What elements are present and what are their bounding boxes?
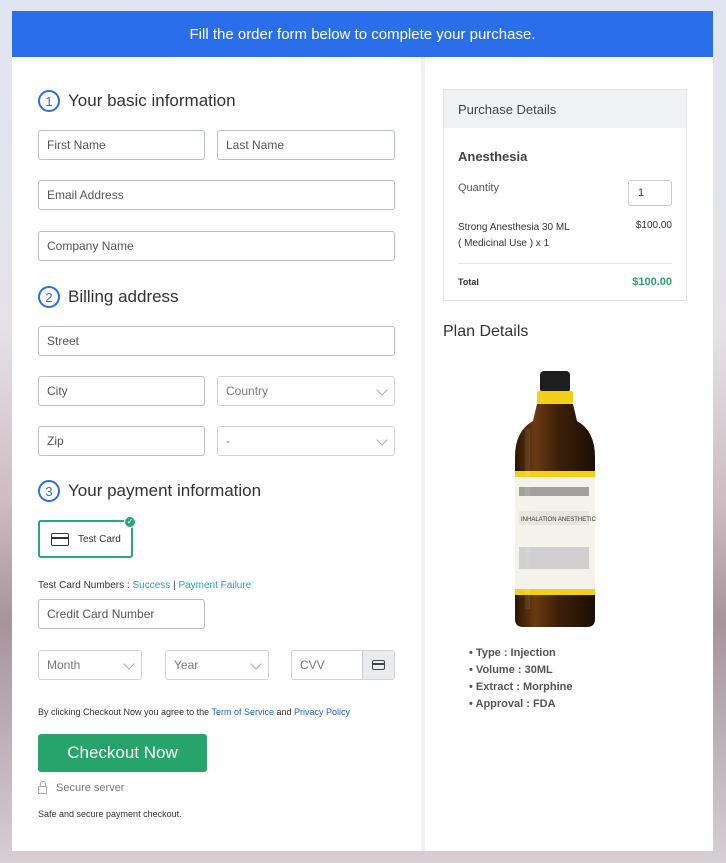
secure-server-note: Secure server — [38, 780, 125, 794]
selected-value: - — [226, 434, 230, 448]
secure-label: Secure server — [56, 782, 125, 794]
plan-item: Approval : FDA — [469, 698, 573, 715]
placeholder: Zip — [47, 434, 64, 448]
placeholder: City — [47, 384, 68, 398]
cvv-card-icon — [362, 651, 394, 679]
success-link[interactable]: Success — [132, 580, 170, 591]
test-card-option[interactable]: Test Card ✓ — [38, 516, 136, 558]
payment-heading: 3 Your payment information — [38, 480, 261, 502]
product-name: Anesthesia — [458, 149, 528, 164]
bottle-label-text: INHALATION ANESTHETIC — [521, 517, 597, 523]
plan-item: Extract : Morphine — [469, 681, 573, 698]
cvv-input[interactable]: CVV — [291, 650, 395, 680]
email-input[interactable]: Email Address — [38, 180, 395, 210]
placeholder: First Name — [47, 138, 106, 152]
section-title: Your payment information — [68, 481, 262, 500]
product-bottle-image: INHALATION ANESTHETIC — [515, 371, 597, 627]
selected-value: Country — [226, 384, 269, 398]
section-title: Your basic information — [68, 91, 236, 110]
chevron-down-icon — [250, 658, 262, 670]
check-icon: ✓ — [124, 516, 136, 528]
zip-input[interactable]: Zip — [38, 426, 205, 456]
first-name-input[interactable]: First Name — [38, 130, 205, 160]
plan-details-title: Plan Details — [443, 323, 529, 340]
item-line-2: ( Medicinal Use ) x 1 — [458, 238, 550, 249]
company-input[interactable]: Company Name — [38, 231, 395, 261]
checkout-button[interactable]: Checkout Now — [38, 734, 207, 772]
plan-item: Type : Injection — [469, 647, 573, 664]
purchase-details-box: Purchase Details Anesthesia Quantity 1 S… — [443, 89, 687, 301]
banner-text: Fill the order form below to complete yo… — [189, 25, 536, 43]
selected-value: Year — [174, 658, 199, 672]
chevron-down-icon — [376, 384, 388, 396]
placeholder: Street — [47, 334, 80, 348]
total-label: Total — [458, 277, 479, 287]
step-1-badge: 1 — [38, 90, 60, 112]
test-card-numbers: Test Card Numbers : Success | Payment Fa… — [38, 580, 251, 591]
placeholder: Credit Card Number — [47, 607, 155, 621]
divider — [458, 263, 672, 264]
last-name-input[interactable]: Last Name — [217, 130, 395, 160]
placeholder: Last Name — [226, 138, 285, 152]
chevron-down-icon — [123, 658, 135, 670]
payment-failure-link[interactable]: Payment Failure — [178, 580, 251, 591]
total-value: $100.00 — [632, 276, 672, 288]
item-price: $100.00 — [635, 220, 672, 231]
country-select[interactable]: Country — [217, 376, 395, 406]
order-form: 1 Your basic information First Name Last… — [12, 57, 421, 851]
billing-heading: 2 Billing address — [38, 286, 179, 308]
test-numbers-label: Test Card Numbers : — [38, 580, 133, 591]
terms-link[interactable]: Term of Service — [211, 707, 274, 717]
step-2-badge: 2 — [38, 286, 60, 308]
section-title: Billing address — [68, 287, 179, 306]
item-description: Strong Anesthesia 30 ML ( Medicinal Use … — [458, 220, 608, 252]
agreement-prefix: By clicking Checkout Now you agree to th… — [38, 707, 212, 717]
step-3-badge: 3 — [38, 480, 60, 502]
agreement-text: By clicking Checkout Now you agree to th… — [38, 707, 350, 717]
agreement-and: and — [273, 707, 294, 717]
item-line-1: Strong Anesthesia 30 ML — [458, 222, 570, 233]
quantity-label: Quantity — [458, 182, 499, 194]
purchase-heading: Purchase Details — [444, 90, 686, 128]
safe-checkout-note: Safe and secure payment checkout. — [38, 809, 182, 819]
chevron-down-icon — [376, 434, 388, 446]
summary-panel: Purchase Details Anesthesia Quantity 1 S… — [425, 57, 713, 851]
order-form-card: 1 Your basic information First Name Last… — [12, 57, 713, 851]
card-icon — [51, 532, 69, 546]
test-card-label: Test Card — [78, 533, 121, 545]
placeholder: CVV — [300, 658, 325, 672]
state-select[interactable]: - — [217, 426, 395, 456]
lock-icon — [38, 780, 47, 794]
selected-value: Month — [47, 658, 81, 672]
placeholder: Company Name — [47, 239, 134, 253]
header-banner: Fill the order form below to complete yo… — [12, 11, 713, 57]
street-input[interactable]: Street — [38, 326, 395, 356]
plan-item: Volume : 30ML — [469, 664, 573, 681]
privacy-link[interactable]: Privacy Policy — [294, 707, 350, 717]
year-select[interactable]: Year — [165, 650, 269, 680]
month-select[interactable]: Month — [38, 650, 142, 680]
basic-info-heading: 1 Your basic information — [38, 90, 236, 112]
placeholder: Email Address — [47, 188, 124, 202]
card-number-input[interactable]: Credit Card Number — [38, 599, 205, 629]
plan-details-list: Type : Injection Volume : 30ML Extract :… — [469, 647, 573, 715]
city-input[interactable]: City — [38, 376, 205, 406]
quantity-input[interactable]: 1 — [628, 180, 672, 206]
